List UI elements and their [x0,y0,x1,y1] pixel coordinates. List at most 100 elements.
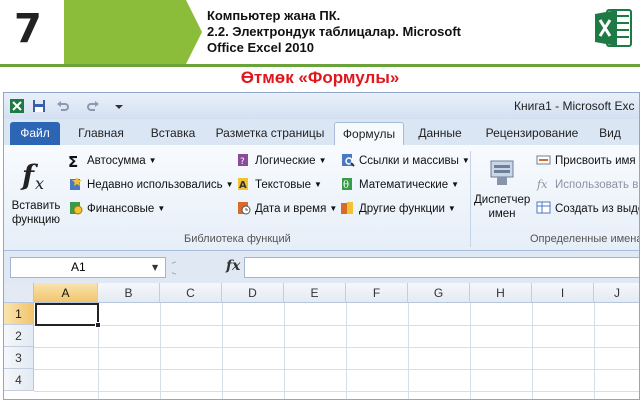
formula-input[interactable] [244,257,639,278]
tab-insert[interactable]: Вставка [140,122,206,145]
fill-handle[interactable] [95,322,101,328]
lookup-functions-button[interactable]: Ссылки и массивы ▼ [340,151,470,171]
financial-functions-button[interactable]: Финансовые ▼ [68,199,165,219]
gridline [34,325,639,326]
column-header[interactable]: E [284,283,346,303]
gridline [34,391,639,392]
redo-icon[interactable] [86,99,100,113]
subtitle-line-3: Office Excel 2010 [207,40,314,55]
column-header[interactable]: F [346,283,408,303]
column-header[interactable]: C [160,283,222,303]
tab-formulas[interactable]: Формулы [334,122,404,145]
other-book-icon [341,202,353,214]
lookup-book-icon [342,154,355,167]
coins-book-icon [70,202,83,215]
logical-book-icon: ? [238,154,248,167]
name-manager-button[interactable]: Диспетчер имен [474,155,530,221]
insert-function-label-1: Вставить [11,200,61,212]
cancel-enter-icon [172,261,177,275]
row-header[interactable]: 2 [4,325,34,347]
save-icon[interactable] [32,99,46,113]
star-book-icon [70,177,82,190]
excel-logo-icon [595,9,632,47]
tab-page-layout[interactable]: Разметка страницы [210,122,330,145]
tab-review[interactable]: Рецензирование [478,122,586,145]
grid-selection-icon [536,201,551,214]
name-manager-icon [490,160,514,185]
excel-window: Книга1 - Microsoft Exc Файл Главная Вста… [3,92,640,400]
svg-text:θ: θ [343,180,349,191]
gridline [408,303,409,399]
gridline [34,369,639,370]
ribbon-formulas: f x Вставить функцию Σ Автосумма ▼ Недавно… [4,145,640,251]
slide-heading: Өтмөк «Формулы» [240,68,400,87]
tab-view[interactable]: Вид [592,122,628,145]
subtitle-line-1: Компьютер жана ПК. [207,8,341,23]
group-separator [470,151,471,247]
svg-text:?: ? [240,157,245,167]
use-in-formula-button[interactable]: fxИспользовать в ф [536,175,639,195]
other-functions-button[interactable]: Другие функции ▼ [340,199,456,219]
excel-app-icon[interactable] [10,99,24,113]
create-from-selection-button[interactable]: Создать из выде [536,199,639,219]
name-manager-label-1: Диспетчер [474,194,531,206]
tab-data[interactable]: Данные [410,122,470,145]
calendar-book-icon [238,202,251,215]
window-title: Книга1 - Microsoft Exc [514,99,635,113]
math-book-icon: θ [342,178,352,191]
column-header[interactable]: D [222,283,284,303]
tag-icon [536,155,551,165]
svg-text:A: A [239,180,247,191]
defined-names-label: Определенные имена [530,233,640,245]
gridline [284,303,285,399]
header-accent-band [64,0,186,64]
quick-access-toolbar: Книга1 - Microsoft Exc [4,93,639,119]
name-box[interactable]: A1 [10,257,166,278]
column-header[interactable]: H [470,283,532,303]
tab-file[interactable]: Файл [10,122,60,145]
recent-functions-button[interactable]: Недавно использовались ▼ [68,175,234,195]
math-functions-button[interactable]: θ Математические ▼ [340,175,459,195]
define-name-button[interactable]: Присвоить имя▼ [536,151,639,171]
slide-header: 7 Компьютер жана ПК. 2.2. Электрондук та… [0,0,640,64]
autosum-button[interactable]: Σ Автосумма ▼ [68,151,157,171]
subtitle-line-2: 2.2. Электрондук таблицалар. Microsoft [207,24,461,39]
function-icon: f x [20,159,44,193]
text-functions-button[interactable]: A Текстовые ▼ [236,175,322,195]
slide-number-box: 7 [0,0,64,64]
slide-subtitle: Компьютер жана ПК. 2.2. Электрондук табл… [207,8,577,60]
name-box-dropdown-icon[interactable]: ▼ [152,263,158,272]
formula-bar: A1 ▼ fx [4,255,639,281]
row-header[interactable]: 4 [4,369,34,391]
gridline [222,303,223,399]
column-header[interactable]: J [594,283,639,303]
insert-function-label-2: функцию [11,214,61,226]
name-manager-label-2: имен [488,208,516,220]
row-header[interactable]: 1 [4,303,34,325]
datetime-functions-button[interactable]: Дата и время ▼ [236,199,337,219]
gridline [346,303,347,399]
logical-functions-button[interactable]: ? Логические ▼ [236,151,326,171]
svg-text:fx: fx [536,178,548,191]
column-header[interactable]: B [98,283,160,303]
gridline [532,303,533,399]
gridline [470,303,471,399]
slide-number: 7 [14,6,42,52]
column-header[interactable]: A [34,283,98,303]
gridline [594,303,595,399]
row-header[interactable]: 3 [4,347,34,369]
active-cell-a1[interactable] [35,303,99,326]
customize-toolbar-icon[interactable] [112,99,126,113]
column-header[interactable]: I [532,283,594,303]
gridline [34,347,639,348]
insert-function-fx-icon[interactable]: fx [226,258,240,274]
spreadsheet-grid[interactable]: A B C D E F G H I J 1 2 3 4 [4,283,639,399]
insert-function-button[interactable]: f x Вставить функцию [10,155,62,227]
tab-home[interactable]: Главная [70,122,132,145]
text-book-icon: A [238,178,248,191]
undo-icon[interactable] [56,99,70,113]
column-header[interactable]: G [408,283,470,303]
function-library-label: Библиотека функций [184,233,291,245]
select-all-corner[interactable] [4,283,34,303]
gridline [160,303,161,399]
